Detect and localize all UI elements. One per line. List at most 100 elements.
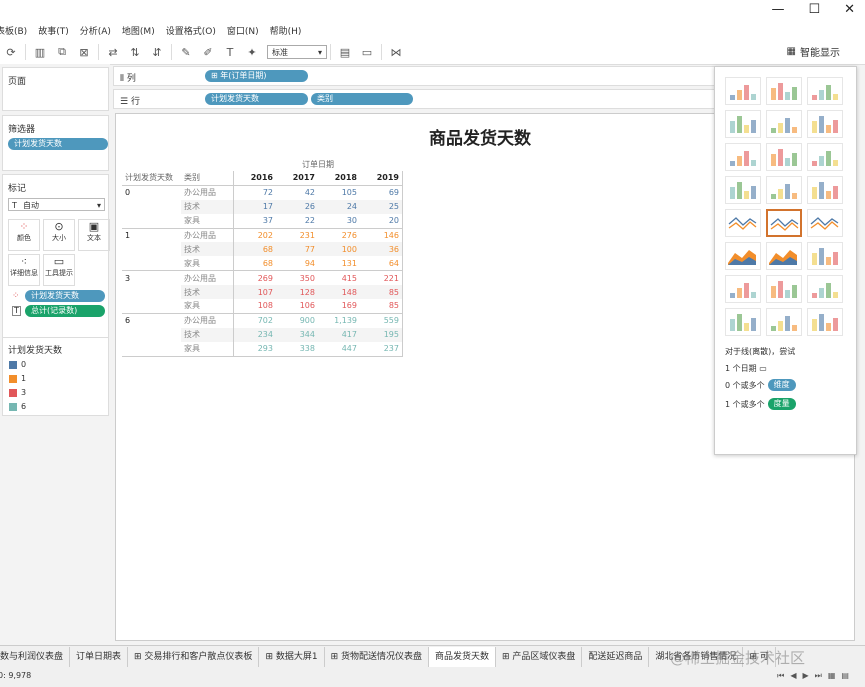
color-button[interactable]: ⁘ 颜色: [8, 219, 40, 251]
tab-shipping-days[interactable]: 商品发货天数: [428, 647, 496, 667]
clear-sheet-icon[interactable]: ⊠: [73, 43, 95, 61]
value-cell[interactable]: 100: [318, 242, 360, 257]
minimize-icon[interactable]: —: [771, 2, 784, 17]
tab-delayed-products[interactable]: 配送延迟商品: [582, 647, 650, 667]
chart-type-side-by-side-bar-icon[interactable]: [807, 143, 843, 171]
tab-big-screen[interactable]: ⊞ 数据大屏1: [259, 647, 325, 667]
legend-item[interactable]: 6: [9, 402, 26, 411]
legend-item[interactable]: 0: [9, 360, 26, 369]
value-cell[interactable]: 148: [318, 285, 360, 300]
fit-select[interactable]: 标准 ▾: [267, 45, 327, 59]
value-cell[interactable]: 72: [234, 185, 277, 199]
text-button[interactable]: ▣ 文本: [78, 219, 110, 251]
value-cell[interactable]: 415: [318, 271, 360, 285]
value-cell[interactable]: 105: [318, 185, 360, 199]
maximize-icon[interactable]: ☐: [808, 2, 820, 17]
duplicate-icon[interactable]: ⧉: [51, 43, 73, 61]
menu-story[interactable]: 故事(T): [38, 24, 69, 37]
value-cell[interactable]: 17: [233, 199, 276, 214]
value-cell[interactable]: 107: [233, 285, 276, 300]
text-mark-pill[interactable]: 总计(记录数): [25, 305, 105, 317]
show-me-button[interactable]: ▦ 智能显示: [787, 44, 840, 59]
show-cards-icon[interactable]: ▤: [334, 43, 356, 61]
value-cell[interactable]: 26: [276, 199, 318, 214]
chart-type-circle-view-icon[interactable]: [766, 176, 802, 204]
chart-type-area-discrete-icon[interactable]: [766, 242, 802, 270]
value-cell[interactable]: 234: [233, 327, 276, 342]
chart-type-packed-bubbles-icon[interactable]: [807, 308, 843, 336]
tab-order-date[interactable]: 订单日期表: [70, 647, 129, 667]
chart-type-pie-chart-icon[interactable]: [807, 110, 843, 138]
filters-card[interactable]: 筛选器 计划发货天数: [2, 115, 109, 171]
chart-type-symbol-map-icon[interactable]: [725, 110, 761, 138]
menu-dashboard[interactable]: 表板(B): [0, 24, 27, 37]
chart-type-line-discrete-icon[interactable]: [766, 209, 802, 237]
sheet-nav-icons[interactable]: ⏮◀▶⏭▦▤: [777, 667, 855, 685]
pin-icon[interactable]: ✦: [241, 43, 263, 61]
pages-card[interactable]: 页面: [2, 67, 109, 111]
value-cell[interactable]: 30: [318, 214, 360, 228]
tab-delivery-dashboard[interactable]: ⊞ 货物配送情况仪表盘: [325, 647, 429, 667]
value-cell[interactable]: 68: [233, 242, 276, 257]
chart-type-dual-line-icon[interactable]: [807, 209, 843, 237]
rows-shelf[interactable]: ☰ 行 计划发货天数 类别: [113, 89, 715, 109]
value-cell[interactable]: 1,139: [318, 313, 360, 327]
value-cell[interactable]: 37: [234, 214, 277, 228]
chart-type-area-continuous-icon[interactable]: [725, 242, 761, 270]
value-cell[interactable]: 293: [234, 342, 277, 356]
value-cell[interactable]: 85: [360, 285, 403, 300]
value-cell[interactable]: 702: [234, 313, 277, 327]
tab-profit-dashboard[interactable]: 数与利润仪表盘: [0, 647, 71, 667]
chart-type-text-table-icon[interactable]: [725, 77, 761, 105]
value-cell[interactable]: 20: [360, 213, 403, 229]
value-cell[interactable]: 36: [360, 242, 403, 257]
value-cell[interactable]: 68: [234, 256, 277, 270]
chart-type-bullet-icon[interactable]: [766, 308, 802, 336]
value-cell[interactable]: 221: [360, 270, 403, 286]
presentation-icon[interactable]: ▭: [356, 43, 378, 61]
chart-type-highlight-table-icon[interactable]: [807, 77, 843, 105]
annotate-icon[interactable]: ✐: [197, 43, 219, 61]
value-cell[interactable]: 25: [360, 199, 403, 214]
menu-format[interactable]: 设置格式(O): [166, 24, 216, 37]
close-icon[interactable]: ✕: [844, 2, 855, 17]
value-cell[interactable]: 900: [276, 313, 318, 327]
value-cell[interactable]: 128: [276, 285, 318, 300]
value-cell[interactable]: 77: [276, 242, 318, 257]
value-cell[interactable]: 64: [360, 256, 403, 271]
chart-type-gantt-icon[interactable]: [725, 308, 761, 336]
chart-type-treemap-icon[interactable]: [725, 176, 761, 204]
value-cell[interactable]: 146: [360, 228, 403, 243]
value-cell[interactable]: 69: [360, 185, 403, 200]
value-cell[interactable]: 94: [276, 256, 318, 270]
menu-map[interactable]: 地图(M): [122, 24, 155, 37]
value-cell[interactable]: 417: [318, 327, 360, 342]
legend-item[interactable]: 1: [9, 374, 26, 383]
chart-type-side-by-side-circle-icon[interactable]: [807, 176, 843, 204]
value-cell[interactable]: 447: [318, 342, 360, 356]
value-cell[interactable]: 108: [234, 299, 277, 313]
menu-help[interactable]: 帮助(H): [270, 24, 302, 37]
chart-type-scatter-plot-icon[interactable]: [725, 275, 761, 303]
chart-type-box-whisker-icon[interactable]: [807, 275, 843, 303]
value-cell[interactable]: 22: [276, 214, 318, 228]
sort-desc-icon[interactable]: ⇵: [146, 43, 168, 61]
chart-type-histogram-icon[interactable]: [766, 275, 802, 303]
value-cell[interactable]: 559: [360, 313, 403, 328]
tab-region-dashboard[interactable]: ⊞ 产品区域仪表盘: [496, 647, 583, 667]
chart-type-heat-map-icon[interactable]: [766, 77, 802, 105]
rows-pill-category[interactable]: 类别: [311, 93, 413, 105]
value-cell[interactable]: 231: [276, 228, 318, 242]
sort-asc-icon[interactable]: ⇅: [124, 43, 146, 61]
value-cell[interactable]: 195: [360, 327, 403, 342]
value-cell[interactable]: 350: [276, 271, 318, 285]
chart-type-filled-map-icon[interactable]: [766, 110, 802, 138]
legend-item[interactable]: 3: [9, 388, 26, 397]
detail-button[interactable]: ⁖ 详细信息: [8, 254, 40, 286]
value-cell[interactable]: 276: [318, 228, 360, 242]
chart-type-dual-combination-icon[interactable]: [807, 242, 843, 270]
color-mark-pill[interactable]: 计划发货天数: [25, 290, 105, 302]
value-cell[interactable]: 131: [318, 256, 360, 270]
value-cell[interactable]: 42: [276, 185, 318, 199]
new-worksheet-icon[interactable]: ▥: [29, 43, 51, 61]
